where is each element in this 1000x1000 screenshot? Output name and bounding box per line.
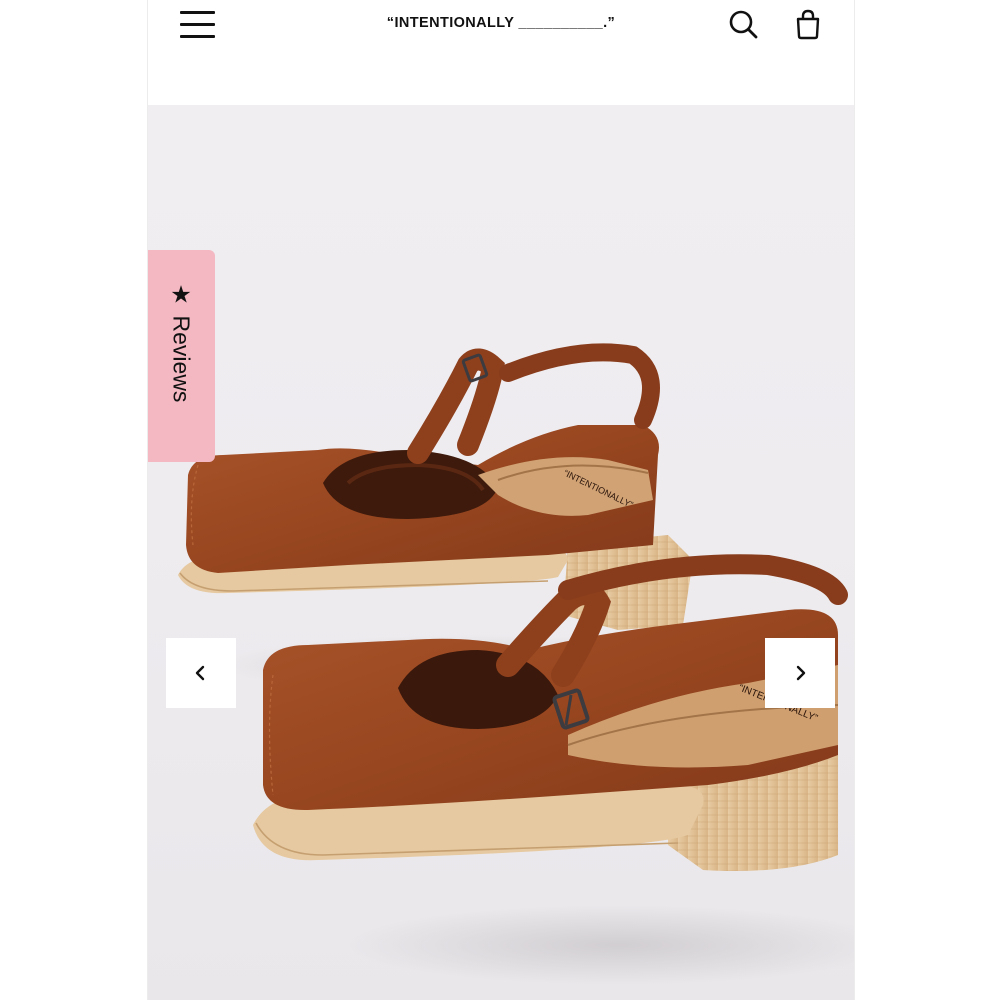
next-image-button[interactable] bbox=[765, 638, 835, 708]
reviews-label: ★ Reviews bbox=[167, 281, 196, 403]
star-icon: ★ bbox=[170, 281, 192, 309]
shopping-bag-icon[interactable] bbox=[791, 7, 825, 41]
previous-image-button[interactable] bbox=[166, 638, 236, 708]
search-icon[interactable] bbox=[727, 7, 761, 41]
chevron-right-icon bbox=[796, 665, 806, 681]
product-image: “INTENTIONALLY” “INTENTIONALLY” bbox=[178, 343, 854, 985]
product-page: “INTENTIONALLY __________.” “INTENTIONAL… bbox=[147, 0, 855, 1000]
reviews-text: Reviews bbox=[168, 315, 195, 403]
site-header: “INTENTIONALLY __________.” bbox=[148, 0, 854, 105]
chevron-left-icon bbox=[195, 665, 205, 681]
screen: “INTENTIONALLY __________.” “INTENTIONAL… bbox=[0, 0, 1000, 1000]
reviews-tab[interactable]: ★ Reviews bbox=[148, 250, 215, 462]
product-image-gallery: “INTENTIONALLY” “INTENTIONALLY” bbox=[148, 105, 854, 1000]
